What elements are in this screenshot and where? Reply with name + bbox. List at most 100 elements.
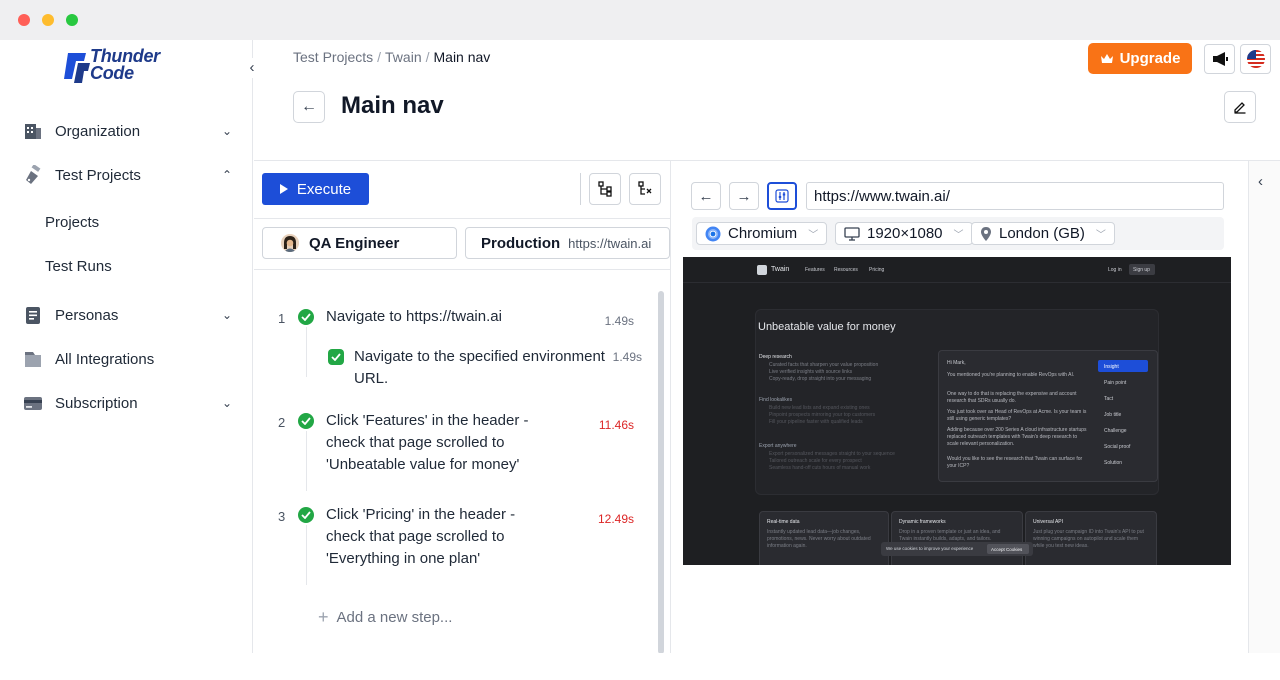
check-circle-icon <box>298 413 314 429</box>
steps-scrollbar[interactable] <box>658 291 664 653</box>
chevron-down-icon: ⌄ <box>221 124 233 138</box>
preview-cookie-accept: Accept Cookies <box>991 547 1023 552</box>
preview-signup: Sign up <box>1133 267 1150 273</box>
preview-card-text: Instantly updated lead data—job changes,… <box>767 529 871 549</box>
logo-mark-icon <box>64 53 90 83</box>
location-select[interactable]: London (GB) ﹀ <box>971 222 1115 245</box>
arrow-left-icon: ← <box>301 98 317 115</box>
environment-selector[interactable]: Production https://twain.ai <box>465 227 670 259</box>
arrow-left-icon: ← <box>698 187 714 205</box>
preview-card-text: Just plug your campaign ID into Twain's … <box>1033 529 1144 549</box>
persona-selector[interactable]: QA Engineer <box>262 227 457 259</box>
preview-tag: Insight <box>1104 364 1119 370</box>
language-selector[interactable] <box>1240 44 1271 74</box>
step-duration: 1.49s <box>612 350 642 364</box>
location-label: London (GB) <box>999 225 1085 242</box>
step-text[interactable]: Navigate to https://twain.ai <box>326 306 566 328</box>
step-duration: 12.49s <box>597 512 634 526</box>
preview-heading: Unbeatable value for money <box>758 321 896 333</box>
sidebar-item-test-projects[interactable]: Test Projects ⌃ <box>22 163 234 187</box>
maximize-window-dot[interactable] <box>66 14 78 26</box>
document-icon <box>22 304 44 326</box>
thundercode-logo[interactable]: Thunder Code <box>62 47 187 87</box>
browser-engine-select[interactable]: Chromium ﹀ <box>696 222 828 245</box>
step-text[interactable]: Click 'Pricing' in the header - check th… <box>326 504 531 570</box>
preview-login: Log in <box>1108 267 1122 273</box>
preview-nav-resources: Resources <box>834 267 858 273</box>
preview-cookie-text: We use cookies to improve your experienc… <box>886 546 974 551</box>
upgrade-button[interactable]: Upgrade <box>1088 43 1192 74</box>
collapse-sidebar-button[interactable]: ‹ <box>242 58 262 78</box>
back-button[interactable]: ← <box>293 91 325 123</box>
preview-chat-greeting: Hi Mark, <box>947 360 966 366</box>
close-window-dot[interactable] <box>18 14 30 26</box>
chevron-up-icon: ⌃ <box>221 168 233 182</box>
browser-preview[interactable]: Twain Features Resources Pricing Log in … <box>683 257 1231 565</box>
crown-icon <box>1100 53 1113 63</box>
preview-tag: Tact <box>1104 396 1114 402</box>
breadcrumb-twain[interactable]: Twain <box>385 49 422 65</box>
browser-settings-toggle[interactable] <box>767 182 797 210</box>
resolution-select[interactable]: 1920×1080 ﹀ <box>835 222 973 245</box>
sidebar-item-organization[interactable]: Organization ⌄ <box>22 119 234 143</box>
preview-logo-icon <box>757 265 767 275</box>
preview-feature-line: Tailored outreach scale for every prospe… <box>769 458 862 464</box>
sidebar-item-label: All Integrations <box>55 350 155 368</box>
sidebar: Thunder Code Organization ⌄ Test Project… <box>0 40 253 653</box>
chevron-left-icon[interactable]: ‹ <box>1258 173 1263 190</box>
add-step-button[interactable]: + Add a new step... <box>318 607 452 628</box>
sidebar-item-all-integrations[interactable]: All Integrations <box>22 347 234 371</box>
preview-card-title: Dynamic frameworks <box>899 519 946 525</box>
browser-back-button[interactable]: ← <box>691 182 721 210</box>
sidebar-subitem-projects[interactable]: Projects <box>45 214 99 231</box>
preview-feature-line: Live verified insights with source links <box>769 369 853 375</box>
check-circle-icon <box>298 507 314 523</box>
substep-text[interactable]: Navigate to the specified environment UR… <box>354 346 609 390</box>
logo-text-line2: Code <box>90 63 134 83</box>
sidebar-item-subscription[interactable]: Subscription ⌄ <box>22 391 234 415</box>
add-step-label: Add a new step... <box>336 609 453 626</box>
preview-feature-line: Fill your pipeline faster with qualified… <box>769 419 863 425</box>
window-titlebar <box>0 0 1280 40</box>
preview-feature-title: Deep research <box>759 354 792 360</box>
execute-button[interactable]: Execute <box>262 173 369 205</box>
preview-chat-line: Adding because over 200 Series A cloud i… <box>947 427 1087 447</box>
collapse-tree-button[interactable] <box>629 173 661 205</box>
toolbar-divider <box>580 173 581 205</box>
chevron-down-icon: ﹀ <box>953 230 964 241</box>
browser-forward-button[interactable]: → <box>729 182 759 210</box>
chromium-icon <box>705 226 721 241</box>
persona-avatar <box>281 234 299 252</box>
resolution-label: 1920×1080 <box>867 225 943 242</box>
edit-button[interactable] <box>1224 91 1256 123</box>
plus-icon: + <box>318 607 329 627</box>
window-bottom <box>0 653 1280 680</box>
page-title: Main nav <box>341 92 444 119</box>
step-connector <box>306 327 307 377</box>
step-connector <box>306 431 307 491</box>
breadcrumb-separator: / <box>377 49 382 65</box>
preview-feature-line: Pinpoint prospects mirroring your top cu… <box>769 412 876 418</box>
upgrade-label: Upgrade <box>1119 50 1181 67</box>
environment-name: Production <box>481 234 561 252</box>
sidebar-item-personas[interactable]: Personas ⌄ <box>22 303 234 327</box>
breadcrumb-test-projects[interactable]: Test Projects <box>293 49 373 65</box>
preview-tag: Pain point <box>1104 380 1127 386</box>
breadcrumb-current: Main nav <box>433 49 491 65</box>
megaphone-icon <box>1212 52 1228 66</box>
step-text[interactable]: Click 'Features' in the header - check t… <box>326 410 531 476</box>
us-flag-icon <box>1246 50 1265 68</box>
minimize-window-dot[interactable] <box>42 14 54 26</box>
step-duration: 11.46s <box>598 418 634 432</box>
map-pin-icon <box>981 226 991 241</box>
sidebar-subitem-test-runs[interactable]: Test Runs <box>45 258 112 275</box>
browser-url-input[interactable] <box>806 182 1224 210</box>
preview-feature-line: Curated facts that sharpen your value pr… <box>769 362 879 368</box>
divider <box>254 269 670 270</box>
pencil-icon <box>1234 102 1246 114</box>
preview-tag: Social proof <box>1104 444 1131 450</box>
announcements-button[interactable] <box>1204 44 1235 74</box>
preview-brand: Twain <box>771 266 790 273</box>
expand-tree-button[interactable] <box>589 173 621 205</box>
preview-chat-line: One way to do that is replacing the expe… <box>947 391 1077 404</box>
